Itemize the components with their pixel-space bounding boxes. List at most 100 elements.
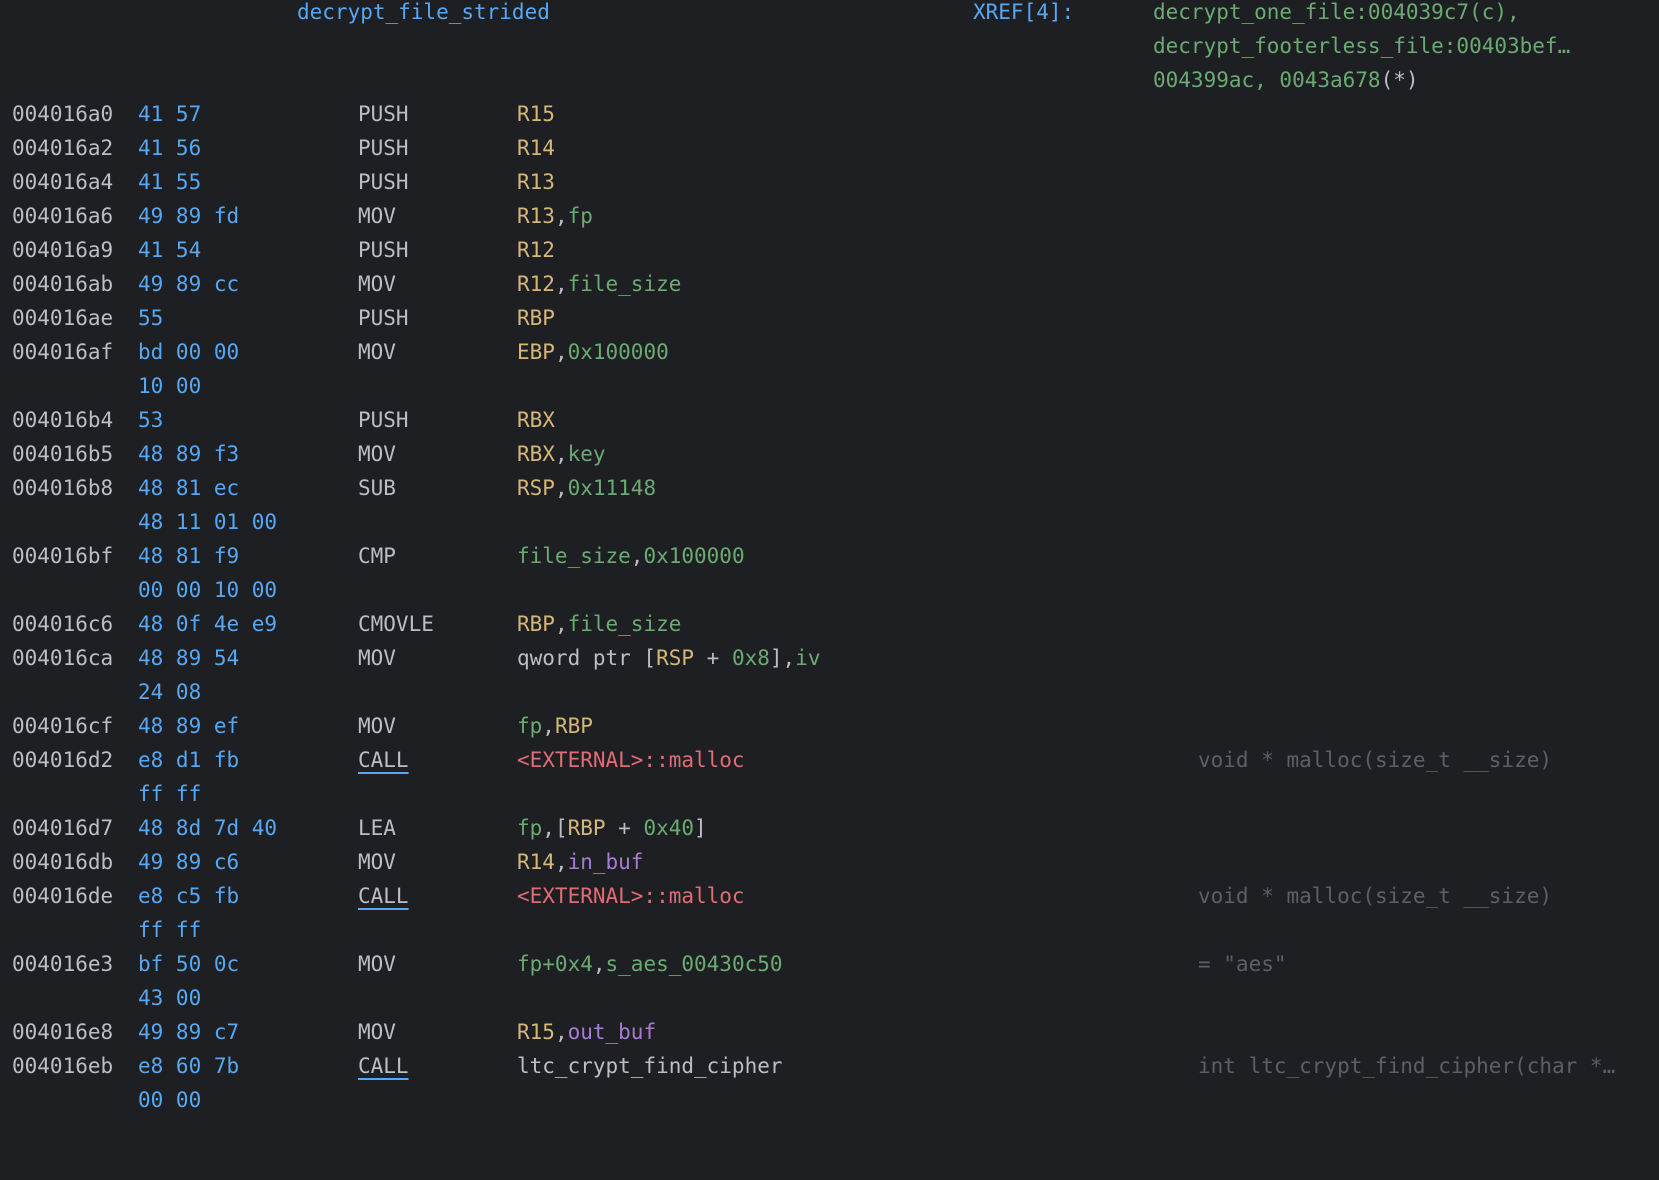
operand-token[interactable]: file_size bbox=[517, 544, 631, 568]
address[interactable]: 004016a9 bbox=[12, 233, 113, 267]
operand-token[interactable]: key bbox=[568, 442, 606, 466]
mnemonic[interactable]: SUB bbox=[358, 471, 396, 505]
address[interactable]: 004016ab bbox=[12, 267, 113, 301]
instruction-row[interactable]: 004016d7 48 8d 7d 40 LEA fp,[RBP + 0x40] bbox=[0, 811, 1659, 845]
instruction-row[interactable]: 004016c6 48 0f 4e e9 CMOVLE RBP,file_size bbox=[0, 607, 1659, 641]
mnemonic[interactable]: PUSH bbox=[358, 131, 409, 165]
instruction-row[interactable]: 004016a4 41 55 PUSH R13 bbox=[0, 165, 1659, 199]
operand-token[interactable]: 0x100000 bbox=[568, 340, 669, 364]
mnemonic[interactable]: MOV bbox=[358, 641, 396, 675]
mnemonic[interactable]: PUSH bbox=[358, 165, 409, 199]
instruction-row[interactable]: 004016ca 48 89 54 MOV qword ptr [RSP + 0x8]… bbox=[0, 641, 1659, 675]
address[interactable]: 004016e3 bbox=[12, 947, 113, 981]
address[interactable]: 004016c6 bbox=[12, 607, 113, 641]
operand-token[interactable]: <EXTERNAL>::malloc bbox=[517, 748, 745, 772]
mnemonic[interactable]: MOV bbox=[358, 845, 396, 879]
operands[interactable]: R15,out_buf bbox=[517, 1015, 656, 1049]
address[interactable]: 004016b8 bbox=[12, 471, 113, 505]
address[interactable]: 004016d2 bbox=[12, 743, 113, 777]
instruction-row[interactable]: 004016e3 bf 50 0c MOV fp+0x4,s_aes_00430c50… bbox=[0, 947, 1659, 981]
address[interactable]: 004016ae bbox=[12, 301, 113, 335]
mnemonic[interactable]: MOV bbox=[358, 1015, 396, 1049]
operands[interactable]: R14,in_buf bbox=[517, 845, 643, 879]
operand-token[interactable]: R13 bbox=[517, 170, 555, 194]
operand-token[interactable]: RBP bbox=[568, 816, 606, 840]
operand-token[interactable]: fp bbox=[517, 816, 542, 840]
address[interactable]: 004016a0 bbox=[12, 97, 113, 131]
instruction-row[interactable]: 004016b8 48 81 ec SUB RSP,0x11148 bbox=[0, 471, 1659, 505]
mnemonic[interactable]: MOV bbox=[358, 335, 396, 369]
operand-token[interactable]: RSP bbox=[656, 646, 694, 670]
operand-token[interactable]: RSP bbox=[517, 476, 555, 500]
operand-token[interactable]: file_size bbox=[568, 612, 682, 636]
address[interactable]: 004016b4 bbox=[12, 403, 113, 437]
xref-value[interactable]: decrypt_one_file:004039c7(c), bbox=[1153, 0, 1520, 29]
instruction-continuation-row[interactable]: 48 11 01 00 bbox=[0, 505, 1659, 539]
operand-token[interactable]: RBP bbox=[517, 612, 555, 636]
mnemonic[interactable]: CALL bbox=[358, 879, 409, 913]
operands[interactable]: qword ptr [RSP + 0x8],iv bbox=[517, 641, 820, 675]
address[interactable]: 004016d7 bbox=[12, 811, 113, 845]
instruction-row[interactable]: 004016a9 41 54 PUSH R12 bbox=[0, 233, 1659, 267]
mnemonic[interactable]: MOV bbox=[358, 947, 396, 981]
address[interactable]: 004016eb bbox=[12, 1049, 113, 1083]
operand-token[interactable]: R14 bbox=[517, 136, 555, 160]
operand-token[interactable]: 0x11148 bbox=[568, 476, 657, 500]
operand-token[interactable]: file_size bbox=[568, 272, 682, 296]
operand-token[interactable]: R15 bbox=[517, 102, 555, 126]
mnemonic[interactable]: CMP bbox=[358, 539, 396, 573]
operand-token[interactable]: R15 bbox=[517, 1020, 555, 1044]
instruction-row[interactable]: 004016cf 48 89 ef MOV fp,RBP bbox=[0, 709, 1659, 743]
operands[interactable]: R12,file_size bbox=[517, 267, 681, 301]
address[interactable]: 004016e8 bbox=[12, 1015, 113, 1049]
instruction-continuation-row[interactable]: 10 00 bbox=[0, 369, 1659, 403]
address[interactable]: 004016bf bbox=[12, 539, 113, 573]
instruction-continuation-row[interactable]: 43 00 bbox=[0, 981, 1659, 1015]
mnemonic[interactable]: LEA bbox=[358, 811, 396, 845]
mnemonic[interactable]: PUSH bbox=[358, 233, 409, 267]
instruction-row[interactable]: 004016af bd 00 00 MOV EBP,0x100000 bbox=[0, 335, 1659, 369]
address[interactable]: 004016b5 bbox=[12, 437, 113, 471]
operand-token[interactable]: R12 bbox=[517, 238, 555, 262]
operands[interactable]: fp+0x4,s_aes_00430c50 bbox=[517, 947, 783, 981]
instruction-row[interactable]: 004016ab 49 89 cc MOV R12,file_size bbox=[0, 267, 1659, 301]
instruction-row[interactable]: 004016b4 53 PUSH RBX bbox=[0, 403, 1659, 437]
operands[interactable]: R14 bbox=[517, 131, 555, 165]
xref-value[interactable]: decrypt_footerless_file:00403bef… bbox=[1153, 29, 1570, 63]
operands[interactable]: R15 bbox=[517, 97, 555, 131]
operand-token[interactable]: RBP bbox=[555, 714, 593, 738]
instruction-row[interactable]: 004016e8 49 89 c7 MOV R15,out_buf bbox=[0, 1015, 1659, 1049]
mnemonic[interactable]: MOV bbox=[358, 199, 396, 233]
xref-value[interactable]: 004399ac, 0043a678(*) bbox=[1153, 63, 1419, 97]
instruction-row[interactable]: 004016de e8 c5 fb CALL <EXTERNAL>::malloc vo… bbox=[0, 879, 1659, 913]
mnemonic[interactable]: CALL bbox=[358, 1049, 409, 1083]
operands[interactable]: <EXTERNAL>::malloc bbox=[517, 743, 745, 777]
operand-token[interactable]: R14 bbox=[517, 850, 555, 874]
operand-token[interactable]: in_buf bbox=[568, 850, 644, 874]
instruction-continuation-row[interactable]: 24 08 bbox=[0, 675, 1659, 709]
operand-token[interactable]: fp bbox=[568, 204, 593, 228]
instruction-row[interactable]: 004016ae 55 PUSH RBP bbox=[0, 301, 1659, 335]
instruction-row[interactable]: 004016b5 48 89 f3 MOV RBX,key bbox=[0, 437, 1659, 471]
mnemonic[interactable]: MOV bbox=[358, 709, 396, 743]
operands[interactable]: RBP bbox=[517, 301, 555, 335]
instruction-row[interactable]: 004016a0 41 57 PUSH R15 bbox=[0, 97, 1659, 131]
operand-token[interactable]: out_buf bbox=[568, 1020, 657, 1044]
operand-token[interactable]: EBP bbox=[517, 340, 555, 364]
operands[interactable]: fp,[RBP + 0x40] bbox=[517, 811, 707, 845]
address[interactable]: 004016db bbox=[12, 845, 113, 879]
operands[interactable]: ltc_crypt_find_cipher bbox=[517, 1049, 783, 1083]
operands[interactable]: R13 bbox=[517, 165, 555, 199]
instruction-row[interactable]: 004016bf 48 81 f9 CMP file_size,0x100000 bbox=[0, 539, 1659, 573]
operands[interactable]: EBP,0x100000 bbox=[517, 335, 669, 369]
operands[interactable]: RBP,file_size bbox=[517, 607, 681, 641]
operands[interactable]: RBX bbox=[517, 403, 555, 437]
instruction-row[interactable]: 004016d2 e8 d1 fb CALL <EXTERNAL>::malloc vo… bbox=[0, 743, 1659, 777]
mnemonic[interactable]: CALL bbox=[358, 743, 409, 777]
operand-token[interactable]: iv bbox=[795, 646, 820, 670]
operand-token[interactable]: 0x8 bbox=[732, 646, 770, 670]
operands[interactable]: RBX,key bbox=[517, 437, 606, 471]
mnemonic[interactable]: PUSH bbox=[358, 301, 409, 335]
operands[interactable]: file_size,0x100000 bbox=[517, 539, 745, 573]
instruction-continuation-row[interactable]: ff ff bbox=[0, 913, 1659, 947]
